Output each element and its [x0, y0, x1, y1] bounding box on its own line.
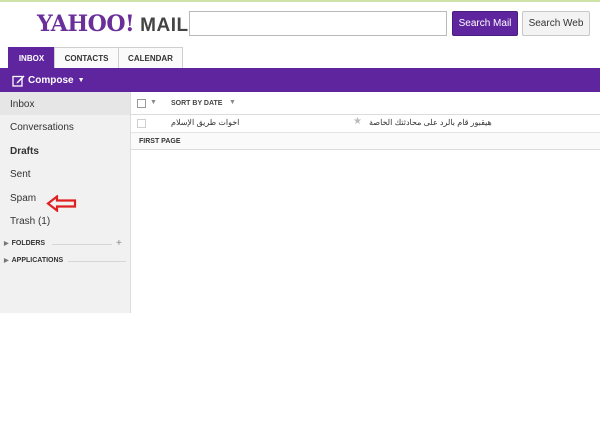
sidebar-item-conversations[interactable]: Conversations — [10, 122, 74, 133]
tab-contacts[interactable]: CONTACTS — [54, 47, 119, 68]
divider — [68, 261, 126, 262]
logo-yahoo-text: YAHOO! — [37, 11, 135, 37]
toolbar: Compose ▼ — [0, 68, 600, 92]
search-input[interactable] — [189, 11, 447, 36]
tab-inbox[interactable]: INBOX — [8, 47, 55, 68]
sidebar-item-sent[interactable]: Sent — [10, 169, 31, 180]
message-list-header: ▼ SORT BY DATE ▼ — [131, 92, 600, 115]
logo-mail-text: MAIL — [140, 15, 189, 36]
chevron-right-icon: ▶ — [4, 258, 9, 264]
yahoo-mail-logo[interactable]: YAHOO! MAIL — [37, 11, 189, 37]
search-mail-button[interactable]: Search Mail — [452, 11, 518, 36]
compose-button[interactable]: Compose ▼ — [12, 72, 85, 88]
message-subject: هيقبور قام بالرد على محادثتك الخاصة — [369, 118, 492, 127]
applications-label: APPLICATIONS — [11, 257, 64, 264]
chevron-down-icon[interactable]: ▼ — [229, 99, 236, 106]
sidebar-item-drafts[interactable]: Drafts — [10, 146, 39, 157]
mail-window: YAHOO! MAIL Search Mail Search Web INBOX… — [0, 0, 600, 313]
applications-section-toggle[interactable]: ▶ APPLICATIONS — [4, 257, 63, 264]
divider — [52, 244, 112, 245]
compose-label: Compose — [28, 74, 74, 86]
chevron-down-icon[interactable]: ▼ — [150, 99, 157, 106]
sidebar-item-inbox[interactable]: Inbox — [10, 99, 34, 110]
chevron-down-icon[interactable]: ▼ — [78, 77, 85, 84]
main-tabs: INBOX CONTACTS CALENDAR — [8, 47, 183, 68]
first-page-label: FIRST PAGE — [139, 138, 181, 145]
message-sender: اخوات طريق الإسلام — [171, 118, 240, 127]
top-accent-line — [0, 0, 600, 2]
sort-by-date-button[interactable]: SORT BY DATE — [171, 100, 222, 107]
search-web-button[interactable]: Search Web — [522, 11, 590, 36]
chevron-right-icon: ▶ — [4, 241, 9, 247]
message-checkbox[interactable] — [137, 119, 146, 128]
select-all-checkbox[interactable] — [137, 99, 146, 108]
sidebar-item-spam[interactable]: Spam — [10, 193, 36, 204]
message-row[interactable]: اخوات طريق الإسلام ★ هيقبور قام بالرد عل… — [131, 115, 600, 133]
sidebar-item-trash[interactable]: Trash (1) — [10, 216, 50, 227]
star-icon[interactable]: ★ — [353, 116, 362, 127]
tab-calendar[interactable]: CALENDAR — [118, 47, 183, 68]
red-arrow-icon — [46, 195, 77, 212]
folders-label: FOLDERS — [11, 240, 46, 247]
folders-section-toggle[interactable]: ▶ FOLDERS — [4, 240, 45, 247]
pencil-square-icon — [12, 75, 25, 87]
add-folder-icon[interactable]: + — [116, 238, 122, 249]
pagination-bar: FIRST PAGE — [131, 133, 600, 150]
